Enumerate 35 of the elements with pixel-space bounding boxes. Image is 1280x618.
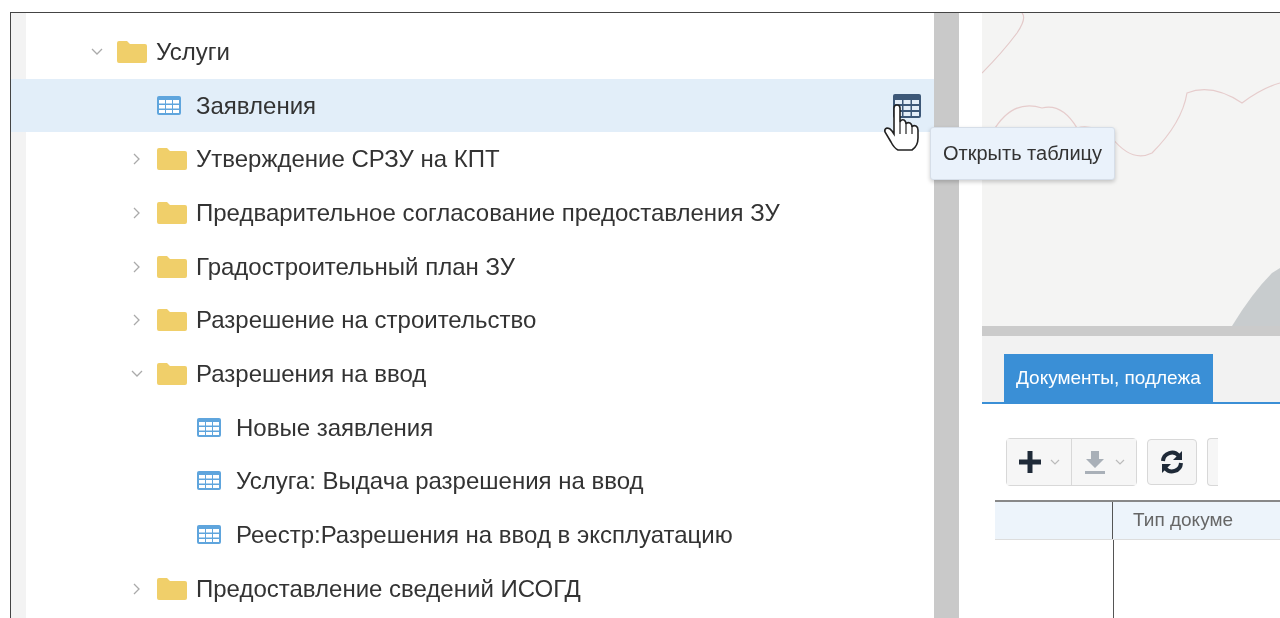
hand-cursor-icon xyxy=(882,104,922,152)
refresh-icon xyxy=(1158,448,1186,476)
tree-item-label: Предоставление сведений ИСОГД xyxy=(196,574,581,603)
tree-item-label: Утверждение СРЗУ на КПТ xyxy=(196,145,500,174)
tree-item-label: Разрешения на ввод xyxy=(196,359,427,388)
tree-item-label: Реестр:Разрешения на ввод в эксплуатацию xyxy=(236,521,733,550)
tree-item[interactable]: Разрешение на строительство xyxy=(11,293,934,348)
download-icon xyxy=(1082,449,1108,475)
tree-item[interactable]: Услуга: Выдача разрешения на ввод xyxy=(11,454,934,509)
folder-icon xyxy=(116,39,148,64)
folder-icon xyxy=(156,200,188,225)
tree-item-label: Услуги xyxy=(156,37,230,66)
tree-item[interactable]: Предоставление сведений ИСОГД xyxy=(11,561,934,616)
tree-item-label: Услуга: Выдача разрешения на ввод xyxy=(236,467,644,496)
folder-icon xyxy=(156,254,188,279)
tree-item[interactable]: Градостроительный план ЗУ xyxy=(11,239,934,294)
refresh-button[interactable] xyxy=(1147,439,1197,485)
folder-icon xyxy=(156,147,188,172)
tree-item-label: Градостроительный план ЗУ xyxy=(196,252,515,281)
folder-icon xyxy=(156,361,188,386)
tree-item[interactable]: Новые заявления xyxy=(11,400,934,455)
tree-item-label: Разрешение на строительство xyxy=(196,306,537,335)
tree-item[interactable]: Реестр:Разрешения на ввод в эксплуатацию xyxy=(11,508,934,562)
tree-item[interactable]: Заявления xyxy=(11,78,934,133)
tree-item-label: Заявления xyxy=(196,91,317,120)
tooltip: Открыть таблицу xyxy=(930,127,1115,180)
plus-icon xyxy=(1017,449,1043,475)
tree-item[interactable]: Предварительное согласование предоставления ЗУ xyxy=(11,186,934,240)
toolbar-button[interactable] xyxy=(1207,438,1218,486)
folder-icon xyxy=(156,308,188,333)
tree-item[interactable]: Разрешения на ввод xyxy=(11,347,934,401)
tree-item[interactable]: Услуги xyxy=(11,25,934,79)
tree-item-label: Предварительное согласование предоставления ЗУ xyxy=(196,198,780,227)
tree-item-label: Новые заявления xyxy=(236,413,434,442)
folder-icon xyxy=(156,576,188,601)
